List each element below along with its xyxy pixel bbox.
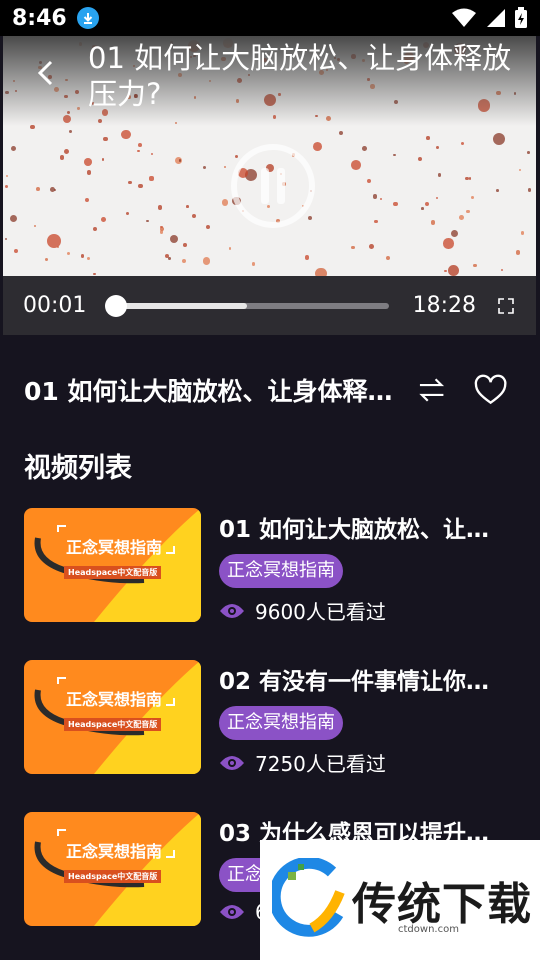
status-time: 8:46 (12, 5, 67, 31)
video-player[interactable]: 01 如何让大脑放松、让身体释放压力? 00:01 18:28 (3, 36, 536, 335)
seek-handle[interactable] (105, 294, 128, 317)
category-tag: 正念冥想指南 (219, 706, 343, 740)
view-count: 9600人已看过 (219, 596, 386, 625)
back-arrow-icon[interactable] (31, 58, 61, 88)
watermark-name: 传统下载 (352, 879, 532, 930)
seek-bar[interactable] (105, 294, 389, 317)
buffered-bar (116, 302, 248, 309)
status-bar: 8:46 (0, 0, 540, 36)
list-item[interactable]: 正念冥想指南 Headspace中文配音版 02 有没有一件事情让你很焦虑? 正… (24, 660, 516, 776)
watermark: 传统下载 ctdown.com (260, 840, 540, 960)
heart-icon[interactable] (473, 372, 508, 408)
watermark-logo (272, 858, 345, 937)
view-count: 7250人已看过 (219, 748, 386, 777)
current-time: 00:01 (23, 293, 87, 318)
video-title: 02 有没有一件事情让你很焦虑? (219, 669, 509, 695)
download-icon (76, 7, 99, 29)
player-controls: 00:01 18:28 (3, 276, 536, 335)
eye-icon (220, 755, 244, 770)
duration: 18:28 (412, 293, 476, 318)
video-title: 01 如何让大脑放松、让身体释放压力? (88, 41, 512, 111)
now-playing-title: 01 如何让大脑放松、让身体释放压力? (24, 377, 399, 406)
section-title: 视频列表 (24, 453, 132, 484)
now-playing-row: 01 如何让大脑放松、让身体释放压力? (24, 372, 508, 408)
signal-icon (487, 9, 505, 27)
video-thumbnail[interactable]: 正念冥想指南 Headspace中文配音版 (24, 660, 201, 774)
video-thumbnail[interactable]: 正念冥想指南 Headspace中文配音版 (24, 812, 201, 926)
wifi-icon (452, 8, 476, 27)
eye-icon (220, 905, 244, 919)
category-tag: 正念冥想指南 (219, 554, 343, 588)
eye-icon (220, 603, 244, 618)
pause-icon[interactable] (231, 144, 315, 228)
watermark-url: ctdown.com (398, 924, 459, 935)
battery-icon (515, 7, 527, 28)
switch-icon[interactable] (417, 375, 446, 405)
video-thumbnail[interactable]: 正念冥想指南 Headspace中文配音版 (24, 508, 201, 622)
list-item[interactable]: 正念冥想指南 Headspace中文配音版 01 如何让大脑放松、让身体释放压力… (24, 508, 516, 624)
video-title: 01 如何让大脑放松、让身体释放压力? (219, 517, 509, 543)
fullscreen-icon[interactable] (496, 296, 516, 316)
